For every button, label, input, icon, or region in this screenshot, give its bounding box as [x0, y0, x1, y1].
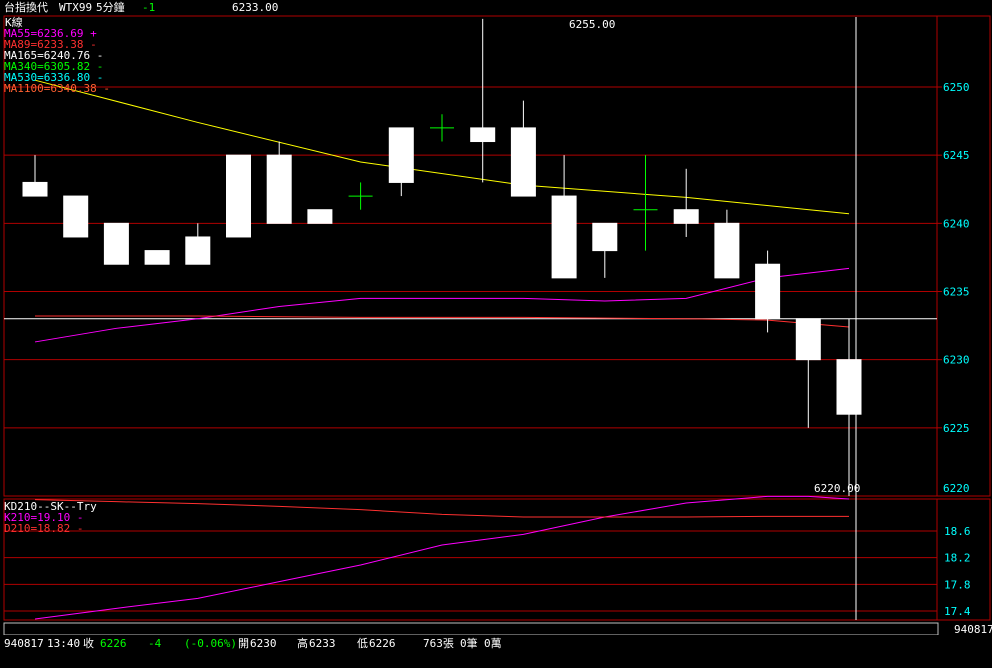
- candle: [266, 141, 292, 224]
- candle-body: [470, 127, 496, 143]
- candle: [226, 154, 251, 238]
- sub-tick-label: 17.4: [944, 605, 971, 618]
- candle: [185, 223, 211, 265]
- status-high-label: 高: [297, 637, 308, 650]
- sub-tick-label: 18.2: [944, 552, 971, 565]
- legend-item: MA1100=6340.38 -: [4, 83, 110, 95]
- candle-body: [388, 127, 414, 183]
- candle-body: [795, 318, 821, 361]
- candle-body: [22, 181, 48, 197]
- candle-body: [714, 222, 740, 279]
- status-change-pct: (-0.06%): [184, 637, 237, 650]
- status-open-label: 開: [238, 637, 249, 650]
- candle-body: [144, 250, 170, 265]
- main-tick-label: 6245: [943, 149, 970, 162]
- main-tick-label: 6220: [943, 482, 970, 495]
- candle-body: [592, 222, 618, 252]
- main-tick-label: 6230: [943, 354, 970, 367]
- status-open: 6230: [250, 637, 277, 650]
- candle: [470, 18, 496, 183]
- candle-body: [551, 195, 577, 279]
- legend-item: D210=18.82 -: [4, 523, 83, 535]
- legend-mark: -: [96, 82, 110, 95]
- candle-body: [307, 209, 333, 224]
- candle: [430, 114, 454, 142]
- candle-body: [103, 222, 129, 265]
- candle: [836, 318, 862, 496]
- status-volume: 763張: [423, 637, 454, 650]
- candle: [63, 195, 89, 238]
- main-tick-label: 6225: [943, 422, 970, 435]
- main-tick-label: 6250: [943, 81, 970, 94]
- candle-body: [226, 154, 251, 238]
- legend-text: D210=18.82: [4, 522, 71, 535]
- legend-mark: -: [70, 522, 84, 535]
- status-time: 13:40: [47, 637, 81, 650]
- low-price-label: 6220.00: [814, 482, 861, 495]
- main-tick-label: 6240: [943, 217, 970, 230]
- high-price-label: 6255.00: [569, 18, 616, 31]
- status-bar: 940817 940817 13:40 收 6226 -4 (-0.06%) 開…: [0, 624, 992, 668]
- status-low: 6226: [369, 637, 396, 650]
- candle-body: [510, 127, 536, 197]
- ma-line-ma89: [35, 315, 850, 328]
- candle-body: [63, 195, 89, 238]
- candle-body: [673, 209, 699, 224]
- status-date: 940817: [4, 637, 44, 650]
- status-change: -4: [148, 637, 162, 650]
- sub-panel-frame: [3, 498, 991, 621]
- candle: [307, 209, 333, 224]
- ma-line-ma165: [34, 79, 850, 215]
- candle: [795, 318, 821, 428]
- candle-body: [836, 359, 862, 415]
- legend-text: MA1100=6340.38: [4, 82, 97, 95]
- sub-tick-label: 17.8: [944, 578, 971, 591]
- candle: [714, 209, 740, 279]
- sub-tick-label: 18.6: [944, 525, 971, 538]
- candle: [633, 155, 658, 251]
- status-low-label: 低: [357, 637, 368, 650]
- candle: [103, 222, 129, 265]
- cursor-date-label: 940817: [954, 623, 992, 636]
- candle: [388, 127, 414, 197]
- candle: [551, 155, 577, 279]
- candle: [144, 250, 170, 265]
- candle: [510, 100, 536, 197]
- candle: [22, 155, 48, 197]
- main-tick-label: 6235: [943, 286, 970, 299]
- status-amount: 0萬: [484, 637, 502, 650]
- scrollbar-frame: [3, 622, 939, 636]
- candle: [348, 182, 373, 210]
- kd-line-d210: [34, 499, 849, 518]
- ma-line-ma55: [34, 267, 850, 343]
- candle-body: [755, 263, 781, 320]
- chart-canvas[interactable]: 6220 6225 6230 6235 6240 6245 6250 17.4 17.8 18.2…: [0, 0, 992, 668]
- status-trades: 0筆: [460, 637, 478, 650]
- status-close: 6226: [100, 637, 127, 650]
- status-high: 6233: [309, 637, 336, 650]
- status-close-label: 收: [83, 637, 94, 650]
- candle-body: [185, 236, 211, 265]
- candle: [673, 168, 699, 237]
- candle: [592, 222, 618, 278]
- candle-body: [266, 154, 292, 224]
